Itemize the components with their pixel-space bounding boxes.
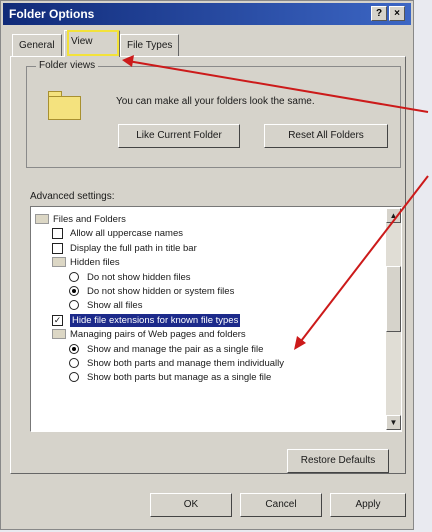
list-item[interactable]: Show both parts and manage them individu… — [31, 357, 383, 370]
vertical-scrollbar[interactable]: ▲ ▼ — [386, 208, 401, 430]
radio-button[interactable] — [69, 343, 79, 354]
tab-highlight-box — [67, 30, 119, 56]
list-item[interactable]: Files and Folders — [31, 213, 383, 226]
restore-defaults-button[interactable]: Restore Defaults — [287, 449, 389, 473]
radio-button[interactable] — [69, 300, 79, 311]
list-item[interactable]: Display the full path in title bar — [31, 242, 383, 255]
folder-views-group — [26, 66, 401, 168]
list-item[interactable]: Show and manage the pair as a single fil… — [31, 343, 383, 356]
folder-views-legend: Folder views — [36, 60, 99, 71]
list-item[interactable]: Show both parts but manage as a single f… — [31, 371, 383, 384]
tab-general[interactable]: General — [12, 34, 62, 56]
list-item-label: Do not show hidden or system files — [87, 286, 235, 297]
list-item[interactable]: Show all files — [31, 299, 383, 312]
list-item-label: Hidden files — [70, 257, 120, 269]
list-item-label: Display the full path in title bar — [70, 242, 197, 254]
folder-icon — [35, 214, 49, 224]
scroll-down-button[interactable]: ▼ — [386, 415, 401, 430]
scroll-up-button[interactable]: ▲ — [386, 208, 401, 223]
list-item-label: Allow all uppercase names — [70, 228, 184, 240]
folder-icon — [52, 257, 66, 268]
radio-button[interactable] — [69, 286, 79, 296]
folder-icon — [48, 96, 81, 120]
list-item-label: Do not show hidden files — [87, 271, 191, 283]
list-item[interactable]: Do not show hidden or system files — [31, 285, 383, 298]
window-title: Folder Options — [9, 7, 95, 21]
cancel-button[interactable]: Cancel — [240, 493, 322, 517]
advanced-settings-label: Advanced settings: — [30, 191, 115, 202]
checkbox[interactable]: ✓ — [52, 314, 63, 326]
checkbox[interactable] — [52, 242, 63, 254]
radio-button[interactable] — [69, 271, 79, 282]
list-item[interactable]: ✓ Hide file extensions for known file typ… — [31, 313, 383, 327]
list-item-label: Show both parts and manage them individu… — [87, 358, 284, 369]
ok-button[interactable]: OK — [150, 493, 232, 517]
list-item[interactable]: Allow all uppercase names — [31, 227, 383, 240]
like-current-folder-button[interactable]: Like Current Folder — [118, 124, 240, 148]
list-item[interactable]: Hidden files — [31, 256, 383, 269]
folder-views-description: You can make all your folders look the s… — [116, 96, 315, 107]
reset-all-folders-button[interactable]: Reset All Folders — [264, 124, 388, 148]
list-item-label: Hide file extensions for known file type… — [70, 313, 241, 327]
radio-button[interactable] — [69, 372, 79, 383]
list-item-label: Show and manage the pair as a single fil… — [87, 343, 264, 355]
list-item-label: Managing pairs of Web pages and folders — [70, 329, 246, 341]
list-item-label: Show all files — [87, 300, 143, 312]
radio-button[interactable] — [69, 358, 79, 368]
help-button[interactable]: ? — [371, 6, 387, 21]
list-item[interactable]: Managing pairs of Web pages and folders — [31, 328, 383, 341]
checkbox[interactable] — [52, 228, 63, 240]
list-item-label: Show both parts but manage as a single f… — [87, 372, 272, 384]
apply-button[interactable]: Apply — [330, 493, 406, 517]
title-bar[interactable]: Folder Options ? × — [3, 3, 411, 25]
close-button[interactable]: × — [389, 6, 405, 21]
scroll-thumb[interactable] — [386, 266, 401, 332]
list-item-label: Files and Folders — [53, 214, 126, 225]
list-item[interactable]: Do not show hidden files — [31, 271, 383, 284]
tab-file-types[interactable]: File Types — [120, 34, 180, 56]
advanced-settings-list[interactable]: Files and Folders Allow all uppercase nam… — [30, 206, 402, 432]
folder-icon — [52, 329, 66, 340]
